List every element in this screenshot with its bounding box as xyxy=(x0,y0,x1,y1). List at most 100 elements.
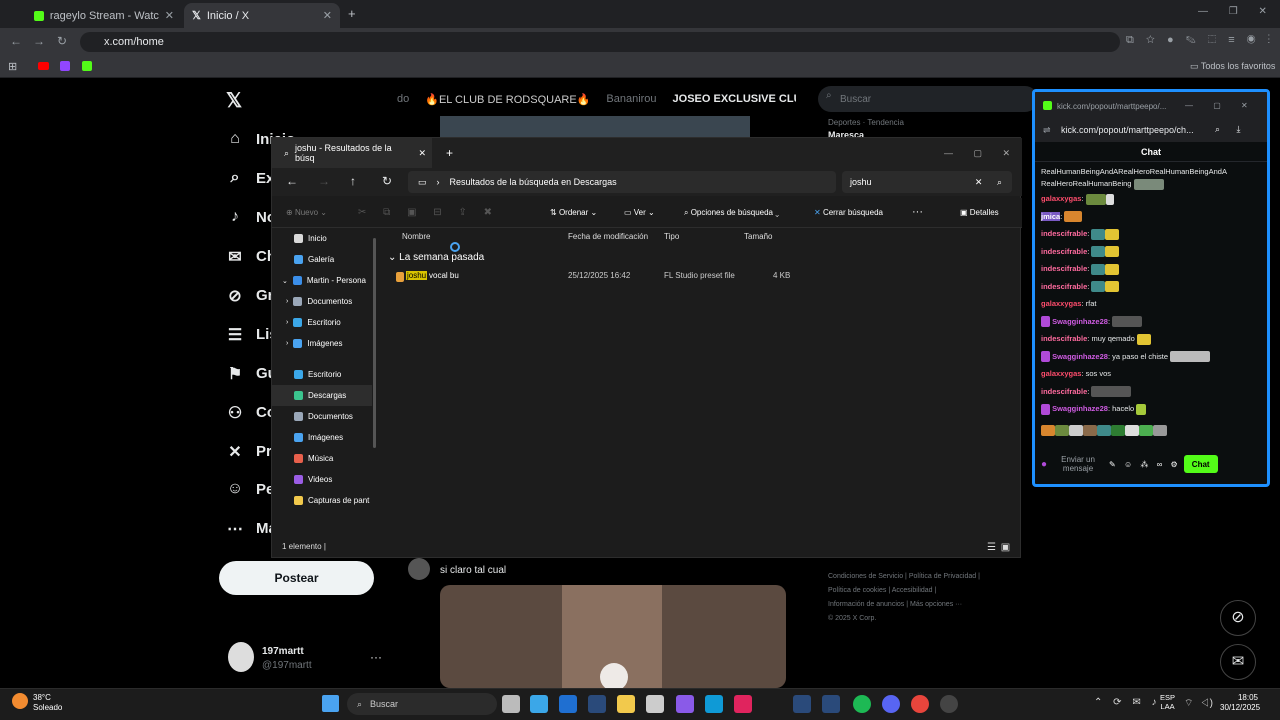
emote-icon[interactable] xyxy=(1139,425,1153,437)
avatar[interactable] xyxy=(228,642,254,672)
grok-icon[interactable]: ⊘ xyxy=(1220,600,1256,636)
sidebar-scrollbar[interactable] xyxy=(373,238,376,448)
sidebar-item[interactable]: Inicio xyxy=(272,228,372,249)
footer-link[interactable]: Más opciones ··· xyxy=(910,601,962,608)
file-explorer-icon[interactable] xyxy=(617,695,635,713)
column-header-size[interactable]: Tamaño xyxy=(744,232,772,241)
sidebar-item[interactable]: › Imágenes xyxy=(272,333,372,354)
play-icon[interactable] xyxy=(600,663,628,688)
zoom-download-icons[interactable]: ⌕ ⤓ xyxy=(1215,124,1241,135)
close-tab-icon[interactable]: ✕ xyxy=(418,148,432,159)
back-icon[interactable]: ← xyxy=(10,34,22,48)
browser-extension-icons[interactable]: ⧉ ☆ ● ✎ ⬚ ≡ ◉ ⋮ xyxy=(1126,34,1270,47)
clear-search-icon[interactable]: ✕ ⌕ xyxy=(975,177,1012,188)
edge-icon[interactable] xyxy=(705,695,723,713)
sidebar-item[interactable]: Galería xyxy=(272,249,372,270)
steam-icon[interactable] xyxy=(588,695,606,713)
account-menu-icon[interactable]: ··· xyxy=(370,650,382,664)
column-header-date[interactable]: Fecha de modificación xyxy=(568,232,648,241)
tweet-avatar[interactable] xyxy=(408,558,430,580)
tab-community-active[interactable]: JOSEO EXCLUSIVE CLUB xyxy=(673,93,796,105)
sidebar-item[interactable]: Música xyxy=(272,448,372,469)
emote-icon[interactable] xyxy=(1041,425,1055,437)
spotify-icon[interactable] xyxy=(853,695,871,713)
post-button[interactable]: Postear xyxy=(219,561,374,595)
footer-link[interactable]: Condiciones de Servicio xyxy=(828,573,903,580)
all-bookmarks-link[interactable]: ▭ Todos los favoritos xyxy=(1190,61,1275,72)
emote-icon[interactable] xyxy=(1055,425,1069,437)
group-header[interactable]: ⌄ La semana pasada xyxy=(388,252,484,263)
nav-communities[interactable]: ⚇ Co xyxy=(226,403,276,423)
emote-icon[interactable] xyxy=(1111,425,1125,437)
sidebar-item[interactable]: Escritorio xyxy=(272,364,372,385)
sort-button[interactable]: ⇅ Ordenar ⌄ xyxy=(550,208,597,217)
footer-link[interactable]: Política de Privacidad xyxy=(909,573,976,580)
copilot-icon[interactable] xyxy=(676,695,694,713)
file-row[interactable]: joshu vocal bu 25/12/2025 16:42 FL Studi… xyxy=(396,271,796,285)
clipboard-actions[interactable]: ✂ ⧉ ▣ ⊟ ⇪ ✖ xyxy=(358,207,492,218)
emote-icon[interactable] xyxy=(1097,425,1111,437)
app-icon[interactable] xyxy=(530,695,548,713)
language-indicator[interactable]: ESP LAA xyxy=(1160,693,1175,711)
clock[interactable]: 18:05 30/12/2025 xyxy=(1220,693,1260,713)
steam-icon[interactable] xyxy=(793,695,811,713)
messages-icon[interactable]: ✉ xyxy=(1220,644,1256,680)
app-icon[interactable] xyxy=(734,695,752,713)
nav-chat[interactable]: ✉ Ch xyxy=(226,247,276,267)
forward-icon[interactable]: → xyxy=(33,34,45,48)
column-header-name[interactable]: Nombre xyxy=(402,232,430,241)
chat-input[interactable]: Enviar un mensaje xyxy=(1053,455,1103,473)
mic-icon[interactable]: ● xyxy=(1041,459,1047,470)
tab-x-home[interactable]: 𝕏 Inicio / X ✕ xyxy=(184,3,340,28)
forward-icon[interactable]: → xyxy=(318,174,330,188)
network-volume-icons[interactable]: ⌔ ◁) xyxy=(1184,697,1213,710)
sidebar-item[interactable]: ⌄ Martin - Persona xyxy=(272,270,372,291)
nav-bookmarks[interactable]: ⚑ Gu xyxy=(226,364,277,384)
steam-icon[interactable] xyxy=(822,695,840,713)
search-options-button[interactable]: ⌕ Opciones de búsqueda ⌄ xyxy=(684,208,779,218)
nav-notifications[interactable]: ♪ No xyxy=(226,208,276,226)
nav-explore[interactable]: ⌕ Ex xyxy=(226,169,275,187)
app-icon[interactable] xyxy=(940,695,958,713)
emote-icon[interactable] xyxy=(1153,425,1167,437)
new-tab-button[interactable]: + xyxy=(446,146,453,160)
tab-community[interactable]: do xyxy=(397,93,409,105)
breadcrumb[interactable]: ▭ › Resultados de la búsqueda en Descargas xyxy=(408,171,836,193)
sidebar-item[interactable]: Videos xyxy=(272,469,372,490)
close-tab-icon[interactable]: ✕ xyxy=(165,9,174,22)
x-search-input[interactable]: Buscar xyxy=(818,86,1038,112)
kick-url-bar[interactable]: ⇌ kick.com/popout/marttpeepo/ch... ⌕ ⤓ xyxy=(1035,120,1267,142)
footer-link[interactable]: Política de cookies xyxy=(828,587,886,594)
twitch-icon[interactable] xyxy=(60,61,70,71)
close-search-button[interactable]: ✕ Cerrar búsqueda xyxy=(814,208,883,217)
chrome-icon[interactable] xyxy=(911,695,929,713)
app-icon[interactable] xyxy=(646,695,664,713)
taskview-icon[interactable] xyxy=(502,695,520,713)
details-button[interactable]: ▣ Detalles xyxy=(960,208,999,217)
x-logo-icon[interactable]: 𝕏 xyxy=(226,88,242,113)
nav-more[interactable]: ⋯ Ma xyxy=(226,519,277,539)
new-tab-button[interactable]: + xyxy=(348,6,356,21)
more-icon[interactable]: ··· xyxy=(912,206,923,218)
sidebar-item[interactable]: › Escritorio xyxy=(272,312,372,333)
close-tab-icon[interactable]: ✕ xyxy=(323,9,332,22)
nav-lists[interactable]: ☰ Lis xyxy=(226,325,278,345)
nav-grok[interactable]: ⊘ Gr xyxy=(226,286,273,306)
tab-community[interactable]: Bananirou xyxy=(606,93,656,105)
url-input[interactable]: x.com/home xyxy=(80,32,1120,52)
emote-icon[interactable] xyxy=(1083,425,1097,437)
window-controls[interactable]: — ▢ ✕ xyxy=(1185,101,1248,110)
tab-kick-stream[interactable]: rageylo Stream - Watch Live on ✕ xyxy=(26,3,182,28)
kick-icon[interactable] xyxy=(82,61,92,71)
apps-icon[interactable]: ⊞ xyxy=(8,60,17,73)
weather-widget[interactable]: 38°C Soleado xyxy=(33,693,62,713)
system-tray-icons[interactable]: ⌃ ⟳ ✉ ♪ xyxy=(1094,697,1156,708)
weather-icon[interactable] xyxy=(12,693,28,709)
reload-icon[interactable]: ↻ xyxy=(57,34,67,48)
new-button[interactable]: ⊕ Nuevo ⌄ xyxy=(286,208,327,217)
footer-link[interactable]: Información de anuncios xyxy=(828,601,904,608)
tweet-video[interactable] xyxy=(440,585,786,688)
footer-link[interactable]: Accesibilidad xyxy=(892,587,933,594)
youtube-icon[interactable] xyxy=(38,62,49,70)
taskbar-search[interactable]: ⌕ Buscar xyxy=(347,693,497,715)
